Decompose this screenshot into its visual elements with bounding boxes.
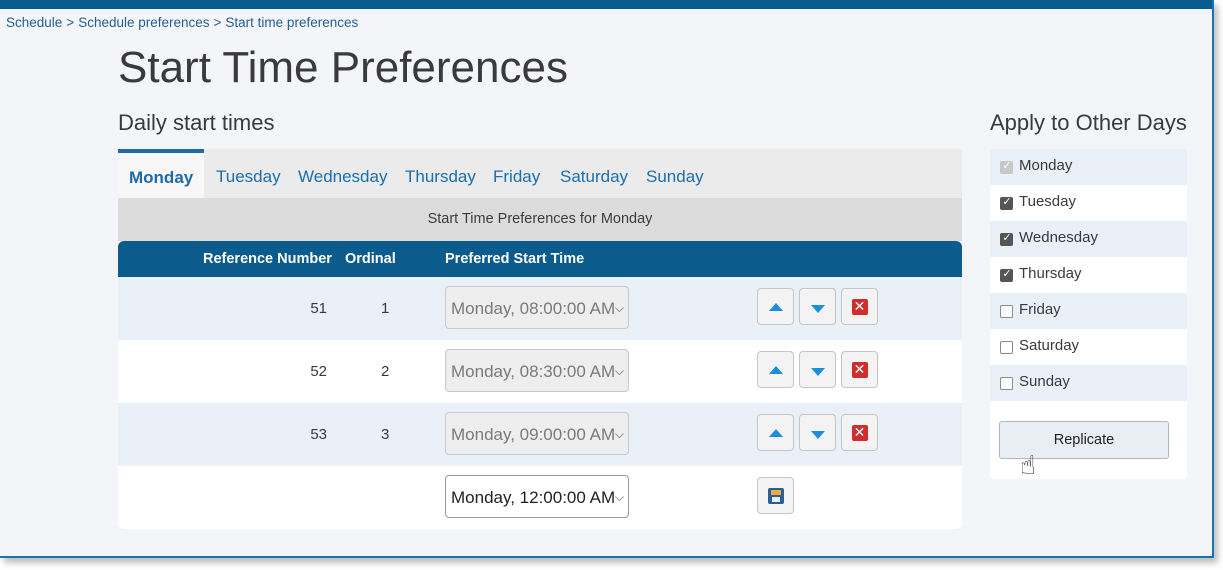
day-label: Sunday <box>1019 373 1070 390</box>
save-icon <box>767 487 784 504</box>
move-down-button[interactable] <box>799 288 836 325</box>
start-time-select: Monday, 08:00:00 AM ⌵ <box>445 286 629 329</box>
section-title: Daily start times <box>118 110 275 135</box>
top-bar <box>0 0 1212 9</box>
ordinal: 2 <box>381 363 390 380</box>
tab-tuesday[interactable]: Tuesday <box>216 149 281 198</box>
ordinal: 1 <box>381 300 390 317</box>
delete-icon: ✕ <box>851 361 868 378</box>
day-option-monday: Monday <box>990 149 1187 185</box>
app-window: Schedule > Schedule preferences > Start time… <box>0 0 1214 558</box>
delete-button[interactable]: ✕ <box>841 351 878 388</box>
tab-friday[interactable]: Friday <box>493 149 540 198</box>
column-preferred-start-time: Preferred Start Time <box>445 251 585 267</box>
arrow-up-icon <box>768 428 783 437</box>
day-label: Tuesday <box>1019 193 1076 210</box>
breadcrumb: Schedule > Schedule preferences > Start time… <box>6 15 359 30</box>
ordinal: 3 <box>381 426 390 443</box>
column-ordinal: Ordinal <box>345 251 396 267</box>
checkbox-monday <box>1000 159 1013 174</box>
delete-button[interactable]: ✕ <box>841 288 878 325</box>
breadcrumb-start-time-preferences[interactable]: Start time preferences <box>225 15 358 30</box>
chevron-down-icon: ⌵ <box>614 427 624 441</box>
breadcrumb-schedule-preferences[interactable]: Schedule preferences <box>78 15 209 30</box>
tab-saturday[interactable]: Saturday <box>560 149 628 198</box>
new-entry-row: Monday, 12:00:00 AM ⌵ <box>118 466 962 529</box>
arrow-up-icon <box>768 365 783 374</box>
new-start-time-select[interactable]: Monday, 12:00:00 AM ⌵ <box>445 475 629 518</box>
day-label: Thursday <box>1019 265 1082 282</box>
move-up-button[interactable] <box>757 414 794 451</box>
day-option-tuesday: Tuesday <box>990 185 1187 221</box>
start-time-value: Monday, 09:00:00 AM <box>451 425 616 444</box>
day-label: Friday <box>1019 301 1061 318</box>
move-down-button[interactable] <box>799 351 836 388</box>
reference-number: 53 <box>310 426 327 443</box>
breadcrumb-schedule[interactable]: Schedule <box>6 15 62 30</box>
save-button[interactable] <box>757 477 794 514</box>
start-time-value: Monday, 08:30:00 AM <box>451 362 616 381</box>
delete-button[interactable]: ✕ <box>841 414 878 451</box>
reference-number: 52 <box>310 363 327 380</box>
day-option-saturday: Saturday <box>990 329 1187 365</box>
apply-days-panel: Monday Tuesday Wednesday Thursday Friday… <box>990 149 1187 479</box>
move-up-button[interactable] <box>757 351 794 388</box>
start-time-select: Monday, 08:30:00 AM ⌵ <box>445 349 629 392</box>
day-option-sunday: Sunday <box>990 365 1187 401</box>
column-reference-number: Reference Number <box>203 251 332 267</box>
apply-title: Apply to Other Days <box>990 110 1187 135</box>
checkbox-friday[interactable] <box>1000 305 1013 318</box>
day-tabs: Monday Tuesday Wednesday Thursday Friday… <box>118 149 962 198</box>
start-time-value: Monday, 08:00:00 AM <box>451 299 616 318</box>
arrow-down-icon <box>810 430 825 439</box>
day-option-thursday: Thursday <box>990 257 1187 293</box>
checkbox-sunday[interactable] <box>1000 377 1013 390</box>
tab-thursday[interactable]: Thursday <box>405 149 476 198</box>
move-down-button[interactable] <box>799 414 836 451</box>
new-start-time-value: Monday, 12:00:00 AM <box>451 488 616 507</box>
day-option-friday: Friday <box>990 293 1187 329</box>
checkbox-tuesday[interactable] <box>1000 195 1013 210</box>
page-title: Start Time Preferences <box>118 43 568 92</box>
chevron-down-icon: ⌵ <box>614 364 624 378</box>
day-label: Saturday <box>1019 337 1080 354</box>
tab-sunday[interactable]: Sunday <box>646 149 704 198</box>
checkbox-saturday[interactable] <box>1000 341 1013 354</box>
reference-number: 51 <box>310 300 327 317</box>
tab-wednesday[interactable]: Wednesday <box>298 149 387 198</box>
delete-icon: ✕ <box>851 298 868 315</box>
arrow-down-icon <box>810 367 825 376</box>
day-option-wednesday: Wednesday <box>990 221 1187 257</box>
move-up-button[interactable] <box>757 288 794 325</box>
table-row: 53 3 Monday, 09:00:00 AM ⌵ ✕ <box>118 403 962 466</box>
day-label: Monday <box>1019 157 1073 174</box>
day-label: Wednesday <box>1019 229 1098 246</box>
chevron-down-icon: ⌵ <box>614 301 624 315</box>
arrow-down-icon <box>810 304 825 313</box>
checkbox-wednesday[interactable] <box>1000 231 1013 246</box>
table-row: 52 2 Monday, 08:30:00 AM ⌵ ✕ <box>118 340 962 403</box>
arrow-up-icon <box>768 302 783 311</box>
subheader: Start Time Preferences for Monday <box>118 198 962 241</box>
checkbox-thursday[interactable] <box>1000 267 1013 282</box>
delete-icon: ✕ <box>851 424 868 441</box>
start-time-select: Monday, 09:00:00 AM ⌵ <box>445 412 629 455</box>
table-row: 51 1 Monday, 08:00:00 AM ⌵ ✕ <box>118 277 962 340</box>
hand-pointer-icon: ☝ <box>1020 451 1036 481</box>
table-header: Reference Number Ordinal Preferred Start… <box>118 241 962 277</box>
tab-monday[interactable]: Monday <box>118 149 205 198</box>
chevron-down-icon: ⌵ <box>614 490 624 504</box>
